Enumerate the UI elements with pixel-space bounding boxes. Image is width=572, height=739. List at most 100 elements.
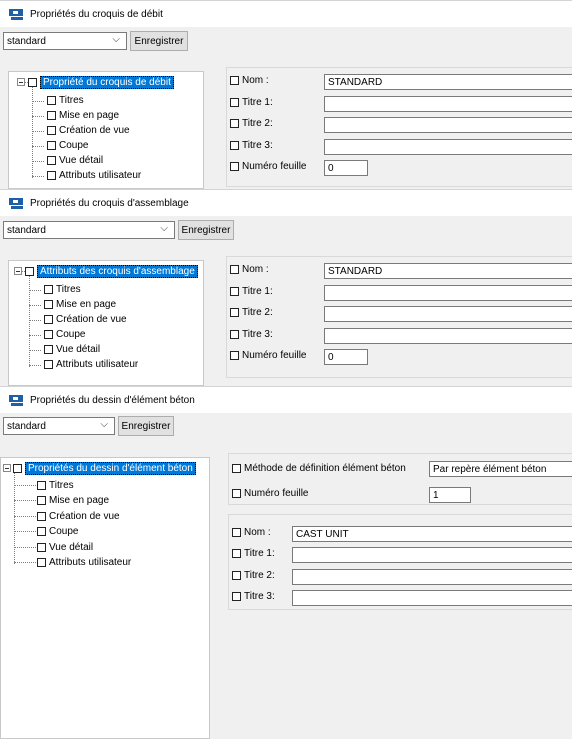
collapse-icon[interactable] — [14, 267, 22, 275]
preset-dropdown[interactable]: standard ⌵ — [3, 417, 115, 435]
tree-item-attributs-utilisateur[interactable]: Attributs utilisateur — [47, 168, 141, 182]
properties-panel: Nom : CAST UNIT Titre 1: Titre 2: Titre … — [228, 514, 572, 610]
nom-field[interactable]: STANDARD — [324, 74, 572, 90]
tree-root-label[interactable]: Propriétés du dessin d'élément béton — [25, 461, 196, 475]
tree-item-vue-detail[interactable]: Vue détail — [44, 342, 100, 356]
tree-item-coupe[interactable]: Coupe — [37, 524, 78, 538]
tree-item-checkbox[interactable] — [47, 155, 56, 165]
tree-item-checkbox[interactable] — [44, 329, 53, 339]
tree-item-checkbox[interactable] — [47, 125, 56, 135]
method-row: Méthode de définition élément béton — [232, 463, 406, 474]
tree-item-coupe[interactable]: Coupe — [44, 327, 85, 341]
field-row-nom: Nom : — [230, 264, 269, 275]
method-checkbox[interactable] — [232, 464, 241, 473]
numero-feuille-field[interactable]: 1 — [429, 487, 471, 503]
tree-item-checkbox[interactable] — [37, 526, 46, 536]
tree-root-label[interactable]: Attributs des croquis d'assemblage — [37, 264, 198, 278]
tree-item-vue-detail[interactable]: Vue détail — [47, 153, 103, 167]
tree-item-attributs-utilisateur[interactable]: Attributs utilisateur — [44, 357, 138, 371]
tree-item-creation-de-vue[interactable]: Création de vue — [37, 509, 120, 523]
tree-item-checkbox[interactable] — [37, 557, 46, 567]
collapse-icon[interactable] — [3, 464, 11, 472]
field-row-titre-3: Titre 3: — [230, 140, 273, 151]
field-checkbox[interactable] — [232, 549, 241, 558]
tree-root-checkbox[interactable] — [25, 266, 34, 276]
preset-dropdown[interactable]: standard ⌵ — [3, 32, 127, 50]
field-row-titre-2: Titre 2: — [230, 307, 273, 318]
tree-item-mise-en-page[interactable]: Mise en page — [44, 297, 116, 311]
field-checkbox[interactable] — [230, 308, 239, 317]
tree-item-checkbox[interactable] — [37, 480, 46, 490]
tree-item-attributs-utilisateur[interactable]: Attributs utilisateur — [37, 555, 131, 569]
tree-item-mise-en-page[interactable]: Mise en page — [47, 108, 119, 122]
tree-item-checkbox[interactable] — [44, 359, 53, 369]
titre-1-field[interactable] — [324, 96, 572, 112]
field-checkbox[interactable] — [230, 76, 239, 85]
field-checkbox[interactable] — [232, 592, 241, 601]
tree-root-checkbox[interactable] — [13, 463, 22, 473]
window-title: Propriétés du croquis de débit — [30, 8, 163, 20]
numero-feuille-field[interactable]: 0 — [324, 160, 368, 176]
titre-2-field[interactable] — [292, 569, 572, 585]
collapse-icon[interactable] — [17, 78, 25, 86]
tree-item-checkbox[interactable] — [47, 95, 56, 105]
titre-3-field[interactable] — [292, 590, 572, 606]
field-row-titre-1: Titre 1: — [230, 97, 273, 108]
field-checkbox[interactable] — [232, 528, 241, 537]
tree-root[interactable]: Propriétés du dessin d'élément béton — [3, 461, 196, 475]
tree-root[interactable]: Propriété du croquis de débit — [17, 75, 174, 89]
tree-item-checkbox[interactable] — [47, 110, 56, 120]
field-row-titre-2: Titre 2: — [230, 118, 273, 129]
preset-value: standard — [7, 35, 46, 47]
field-checkbox[interactable] — [230, 265, 239, 274]
field-checkbox[interactable] — [230, 287, 239, 296]
tree-item-creation-de-vue[interactable]: Création de vue — [47, 123, 130, 137]
nom-field[interactable]: CAST UNIT — [292, 526, 572, 542]
save-button[interactable]: Enregistrer — [130, 31, 188, 51]
method-dropdown[interactable]: Par repère élément béton — [429, 461, 572, 477]
titre-2-field[interactable] — [324, 306, 572, 322]
tree-root-checkbox[interactable] — [28, 77, 37, 87]
field-checkbox[interactable] — [230, 98, 239, 107]
tree-item-titres[interactable]: Titres — [47, 93, 84, 107]
tree-item-checkbox[interactable] — [47, 140, 56, 150]
tree-item-checkbox[interactable] — [37, 542, 46, 552]
field-checkbox[interactable] — [232, 571, 241, 580]
tree-item-titres[interactable]: Titres — [37, 478, 74, 492]
field-checkbox[interactable] — [230, 162, 239, 171]
tree-item-checkbox[interactable] — [44, 299, 53, 309]
field-row-titre-2: Titre 2: — [232, 570, 275, 581]
tree-item-mise-en-page[interactable]: Mise en page — [37, 493, 109, 507]
tree-item-titres[interactable]: Titres — [44, 282, 81, 296]
field-row-titre-1: Titre 1: — [232, 548, 275, 559]
tree-item-checkbox[interactable] — [47, 170, 56, 180]
preset-dropdown[interactable]: standard ⌵ — [3, 221, 175, 239]
tree-item-checkbox[interactable] — [44, 284, 53, 294]
save-button[interactable]: Enregistrer — [118, 416, 174, 436]
numero-feuille-field[interactable]: 0 — [324, 349, 368, 365]
field-checkbox[interactable] — [230, 330, 239, 339]
app-icon — [9, 197, 23, 209]
tree-item-checkbox[interactable] — [44, 344, 53, 354]
numero-feuille-row: Numéro feuille — [232, 488, 308, 499]
tree-item-checkbox[interactable] — [37, 495, 46, 505]
tree-root[interactable]: Attributs des croquis d'assemblage — [14, 264, 198, 278]
tree-root-label[interactable]: Propriété du croquis de débit — [40, 75, 174, 89]
titre-2-field[interactable] — [324, 117, 572, 133]
save-button[interactable]: Enregistrer — [178, 220, 234, 240]
titre-3-field[interactable] — [324, 328, 572, 344]
tree-item-coupe[interactable]: Coupe — [47, 138, 88, 152]
app-icon — [9, 8, 23, 20]
tree-item-vue-detail[interactable]: Vue détail — [37, 540, 93, 554]
numero-feuille-checkbox[interactable] — [232, 489, 241, 498]
field-checkbox[interactable] — [230, 351, 239, 360]
field-checkbox[interactable] — [230, 141, 239, 150]
tree-item-checkbox[interactable] — [37, 511, 46, 521]
tree-item-checkbox[interactable] — [44, 314, 53, 324]
tree-item-creation-de-vue[interactable]: Création de vue — [44, 312, 127, 326]
titre-1-field[interactable] — [292, 547, 572, 563]
nom-field[interactable]: STANDARD — [324, 263, 572, 279]
titre-1-field[interactable] — [324, 285, 572, 301]
field-checkbox[interactable] — [230, 119, 239, 128]
titre-3-field[interactable] — [324, 139, 572, 155]
